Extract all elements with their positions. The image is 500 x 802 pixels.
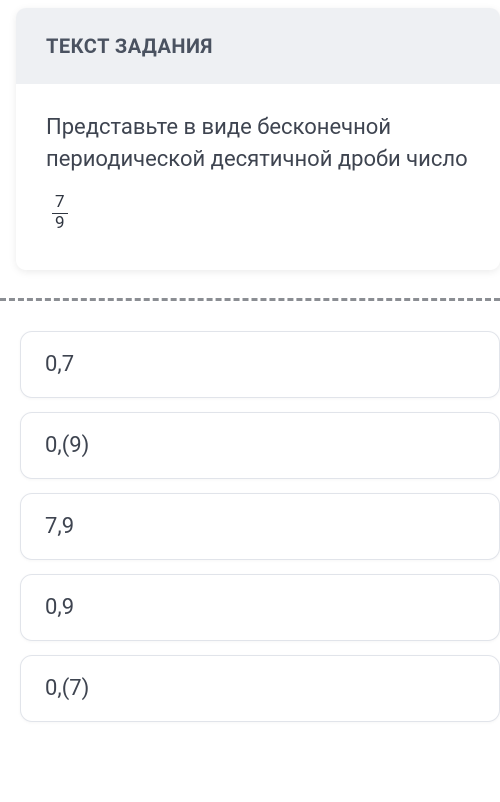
answer-option[interactable]: 7,9 bbox=[20, 493, 500, 560]
fraction: 7 9 bbox=[52, 194, 68, 233]
fraction-numerator: 7 bbox=[52, 194, 68, 213]
answer-options: 0,7 0,(9) 7,9 0,9 0,(7) bbox=[0, 331, 500, 722]
fraction-denominator: 9 bbox=[52, 214, 68, 233]
task-prompt: Представьте в виде бесконечной периодиче… bbox=[16, 84, 500, 270]
task-header-title: ТЕКСТ ЗАДАНИЯ bbox=[46, 34, 470, 58]
answer-option-label: 0,9 bbox=[45, 595, 74, 620]
task-header: ТЕКСТ ЗАДАНИЯ bbox=[16, 8, 500, 84]
prompt-text: Представьте в виде бесконечной периодиче… bbox=[46, 112, 470, 176]
answer-option-label: 0,(9) bbox=[45, 433, 89, 458]
answer-option[interactable]: 0,9 bbox=[20, 574, 500, 641]
task-card: ТЕКСТ ЗАДАНИЯ Представьте в виде бесконе… bbox=[16, 8, 500, 270]
answer-option-label: 0,(7) bbox=[45, 676, 89, 701]
answer-option[interactable]: 0,7 bbox=[20, 331, 500, 398]
answer-option-label: 7,9 bbox=[45, 514, 74, 539]
answer-option[interactable]: 0,(9) bbox=[20, 412, 500, 479]
section-divider bbox=[0, 298, 500, 301]
answer-option-label: 0,7 bbox=[45, 352, 74, 377]
answer-option[interactable]: 0,(7) bbox=[20, 655, 500, 722]
